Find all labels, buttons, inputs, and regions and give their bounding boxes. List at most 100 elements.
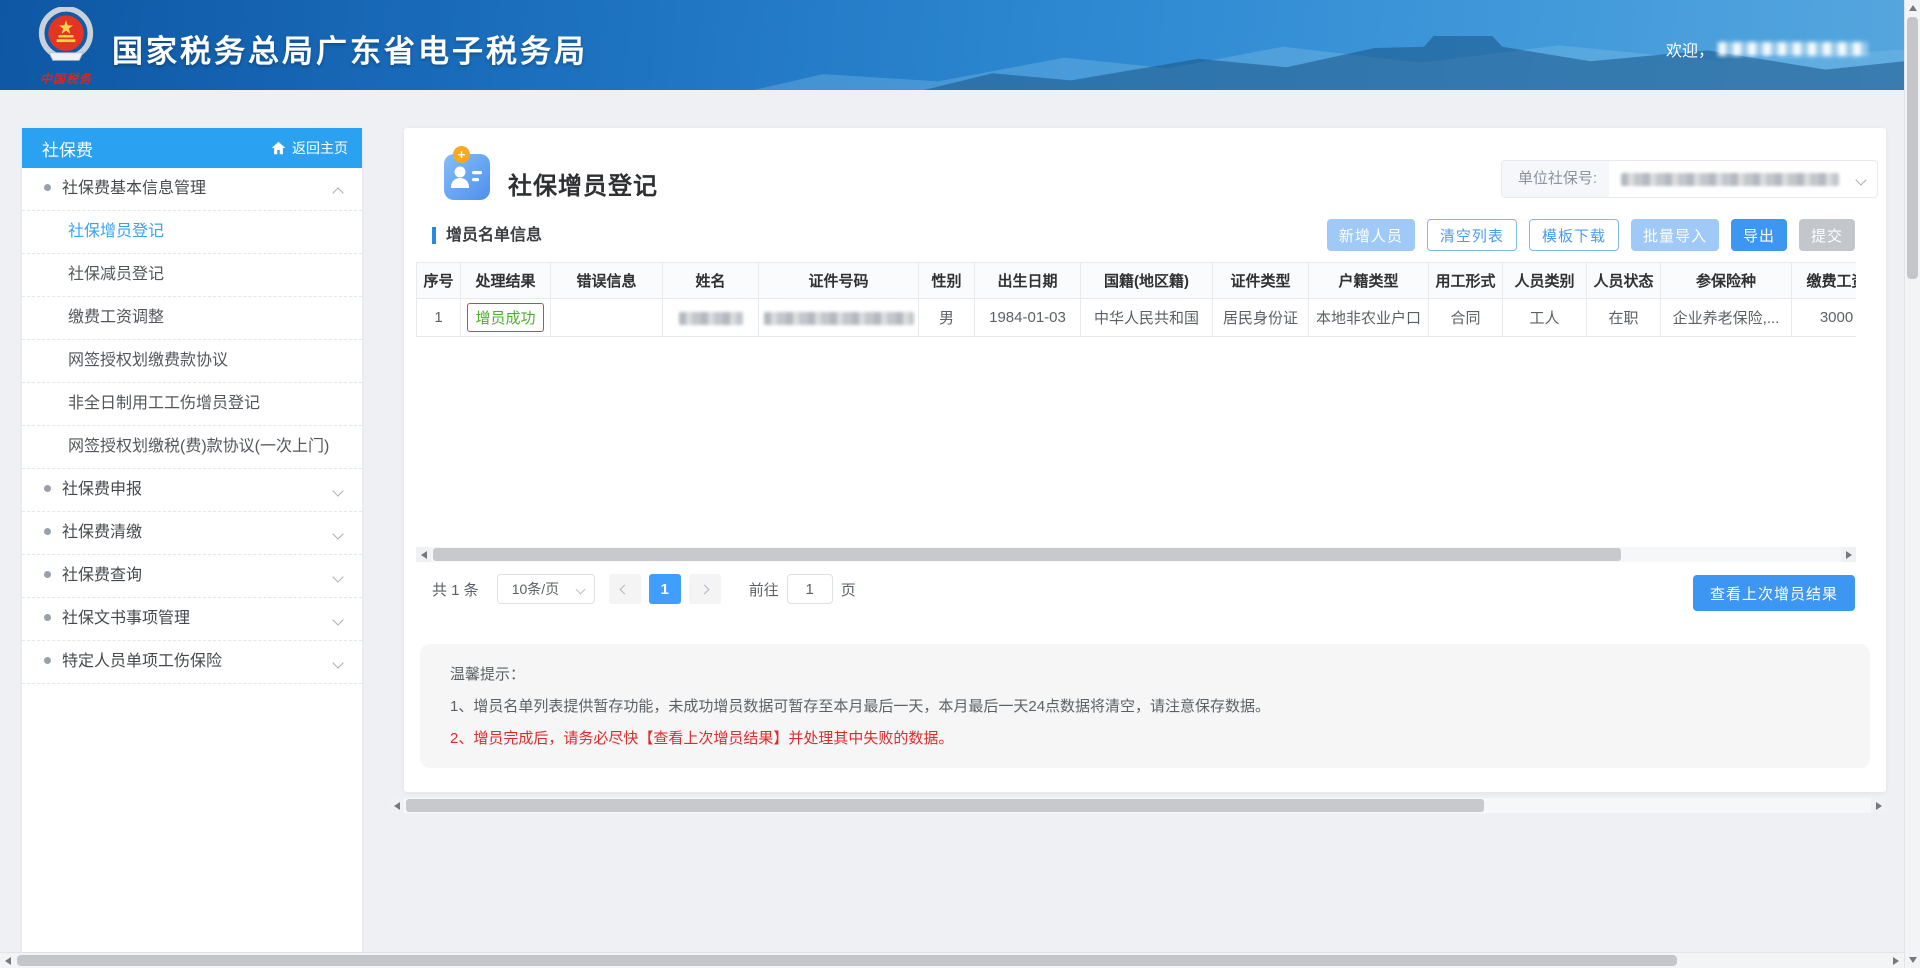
sidebar: 社保费 返回主页 社保费基本信息管理社保增员登记社保减员登记缴费工资调整网签授权… bbox=[22, 128, 362, 952]
sidebar-item-11[interactable]: 特定人员单项工伤保险 bbox=[22, 641, 362, 684]
sidebar-item-label: 社保费申报 bbox=[62, 481, 142, 498]
sidebar-item-8[interactable]: 社保费清缴 bbox=[22, 512, 362, 555]
view-last-result-button[interactable]: 查看上次增员结果 bbox=[1693, 575, 1855, 611]
goto-label: 前往 bbox=[749, 579, 779, 600]
masked-unit-value bbox=[1621, 173, 1839, 186]
page-size-select[interactable]: 10条/页 bbox=[497, 574, 595, 604]
logo-caption: 中国税务 bbox=[26, 70, 106, 87]
sidebar-item-10[interactable]: 社保文书事项管理 bbox=[22, 598, 362, 641]
export-button[interactable]: 导出 bbox=[1731, 219, 1787, 251]
table-header-cell: 人员类别 bbox=[1503, 263, 1587, 299]
scroll-up-arrow[interactable] bbox=[1905, 0, 1920, 16]
goto-unit-label: 页 bbox=[841, 579, 856, 600]
sidebar-item-9[interactable]: 社保费查询 bbox=[22, 555, 362, 598]
template-download-button[interactable]: 模板下载 bbox=[1529, 219, 1619, 251]
bullet-icon bbox=[44, 528, 51, 535]
chevron-down-icon bbox=[332, 528, 343, 539]
table-row[interactable]: 1增员成功男1984-01-03中华人民共和国居民身份证本地非农业户口合同工人在… bbox=[417, 299, 1857, 337]
person-card-icon: + bbox=[444, 154, 490, 200]
scroll-left-arrow[interactable] bbox=[0, 953, 16, 968]
home-icon bbox=[271, 141, 286, 155]
sidebar-item-label: 非全日制用工工伤增员登记 bbox=[68, 395, 260, 412]
site-title: 国家税务总局广东省电子税务局 bbox=[112, 26, 588, 71]
table-header-cell: 国籍(地区籍) bbox=[1081, 263, 1213, 299]
sidebar-item-label: 社保减员登记 bbox=[68, 266, 164, 283]
sidebar-item-3[interactable]: 缴费工资调整 bbox=[22, 297, 362, 340]
batch-import-button[interactable]: 批量导入 bbox=[1631, 219, 1719, 251]
table-header-cell: 姓名 bbox=[663, 263, 759, 299]
prev-page-button[interactable] bbox=[609, 574, 641, 604]
table-header-cell: 证件类型 bbox=[1213, 263, 1309, 299]
table-body: 1增员成功男1984-01-03中华人民共和国居民身份证本地非农业户口合同工人在… bbox=[417, 299, 1857, 337]
table-header-row: 序号处理结果错误信息姓名证件号码性别出生日期国籍(地区籍)证件类型户籍类型用工形… bbox=[417, 263, 1857, 299]
viewport-horizontal-scrollbar[interactable] bbox=[0, 952, 1904, 968]
plus-badge-icon: + bbox=[453, 146, 470, 163]
sidebar-item-label: 特定人员单项工伤保险 bbox=[62, 653, 222, 670]
add-person-button[interactable]: 新增人员 bbox=[1327, 219, 1415, 251]
tips-title: 温馨提示： bbox=[450, 665, 1870, 684]
result-badge: 增员成功 bbox=[467, 303, 543, 332]
sidebar-item-7[interactable]: 社保费申报 bbox=[22, 469, 362, 512]
table-cell bbox=[551, 299, 663, 337]
sidebar-item-2[interactable]: 社保减员登记 bbox=[22, 254, 362, 297]
sidebar-item-label: 网签授权划缴费款协议 bbox=[68, 352, 228, 369]
table-cell: 1984-01-03 bbox=[975, 299, 1081, 337]
pagination: 共 1 条 10条/页 1 前往 页 bbox=[432, 574, 856, 604]
tips-box: 温馨提示： 1、增员名单列表提供暂存功能，未成功增员数据可暂存至本月最后一天，本… bbox=[420, 644, 1870, 768]
table-header-cell: 户籍类型 bbox=[1309, 263, 1429, 299]
chevron-down-icon bbox=[332, 571, 343, 582]
page-size-value: 10条/页 bbox=[512, 581, 559, 597]
clear-list-button[interactable]: 清空列表 bbox=[1427, 219, 1517, 251]
sidebar-item-1[interactable]: 社保增员登记 bbox=[22, 211, 362, 254]
current-page-button[interactable]: 1 bbox=[649, 574, 681, 604]
sidebar-item-label: 社保费查询 bbox=[62, 567, 142, 584]
table-header-cell: 性别 bbox=[919, 263, 975, 299]
scroll-down-arrow[interactable] bbox=[1905, 952, 1920, 968]
table-cell: 合同 bbox=[1429, 299, 1503, 337]
sidebar-item-0[interactable]: 社保费基本信息管理 bbox=[22, 168, 362, 211]
section-title: 增员名单信息 bbox=[432, 227, 542, 244]
scroll-left-arrow[interactable] bbox=[389, 798, 404, 813]
chevron-up-icon bbox=[332, 187, 343, 198]
table-cell: 工人 bbox=[1503, 299, 1587, 337]
table-header-cell: 缴费工资 bbox=[1792, 263, 1857, 299]
sidebar-item-4[interactable]: 网签授权划缴费款协议 bbox=[22, 340, 362, 383]
table-header-cell: 处理结果 bbox=[461, 263, 551, 299]
sidebar-header: 社保费 返回主页 bbox=[22, 128, 362, 168]
return-home-link[interactable]: 返回主页 bbox=[271, 138, 348, 158]
viewport-vertical-scrollbar[interactable] bbox=[1904, 0, 1920, 968]
scroll-left-arrow[interactable] bbox=[416, 547, 431, 562]
content-horizontal-scrollbar[interactable] bbox=[389, 798, 1886, 813]
table-header-cell: 证件号码 bbox=[759, 263, 919, 299]
sidebar-item-5[interactable]: 非全日制用工工伤增员登记 bbox=[22, 383, 362, 426]
main-panel: + 社保增员登记 单位社保号: 增员名单信息 新增人员清空列表模板下载批量导入导… bbox=[404, 128, 1886, 792]
scrollbar-thumb[interactable] bbox=[406, 799, 1484, 812]
table-cell bbox=[759, 299, 919, 337]
chevron-down-icon bbox=[332, 485, 343, 496]
unit-social-number-label: 单位社保号: bbox=[1502, 161, 1609, 197]
sidebar-item-6[interactable]: 网签授权划缴税(费)款协议(一次上门) bbox=[22, 426, 362, 469]
goto-page-input[interactable] bbox=[787, 574, 833, 604]
scrollbar-thumb[interactable] bbox=[17, 955, 1677, 966]
table-header-cell: 序号 bbox=[417, 263, 461, 299]
page-title: 社保增员登记 bbox=[508, 166, 658, 201]
table-header-cell: 用工形式 bbox=[1429, 263, 1503, 299]
scroll-right-arrow[interactable] bbox=[1871, 798, 1886, 813]
next-page-button[interactable] bbox=[689, 574, 721, 604]
app: 中国税务 国家税务总局广东省电子税务局 欢迎， 社保费 返回主页 社保费基本信息… bbox=[0, 0, 1920, 968]
unit-social-number-select[interactable]: 单位社保号: bbox=[1501, 160, 1878, 198]
insured-list-table-wrap: 序号处理结果错误信息姓名证件号码性别出生日期国籍(地区籍)证件类型户籍类型用工形… bbox=[416, 262, 1856, 540]
scroll-right-arrow[interactable] bbox=[1841, 547, 1856, 562]
sidebar-item-label: 缴费工资调整 bbox=[68, 309, 164, 326]
table-cell: 在职 bbox=[1587, 299, 1661, 337]
table-cell: 男 bbox=[919, 299, 975, 337]
scroll-right-arrow[interactable] bbox=[1888, 953, 1904, 968]
scrollbar-thumb[interactable] bbox=[433, 548, 1621, 561]
welcome-text: 欢迎， bbox=[1666, 37, 1868, 61]
table-header-cell: 人员状态 bbox=[1587, 263, 1661, 299]
table-horizontal-scrollbar[interactable] bbox=[416, 547, 1856, 562]
scrollbar-thumb[interactable] bbox=[1907, 17, 1918, 279]
top-header: 中国税务 国家税务总局广东省电子税务局 欢迎， bbox=[0, 0, 1904, 90]
table-header-cell: 参保险种 bbox=[1661, 263, 1792, 299]
submit-button[interactable]: 提交 bbox=[1799, 219, 1855, 251]
